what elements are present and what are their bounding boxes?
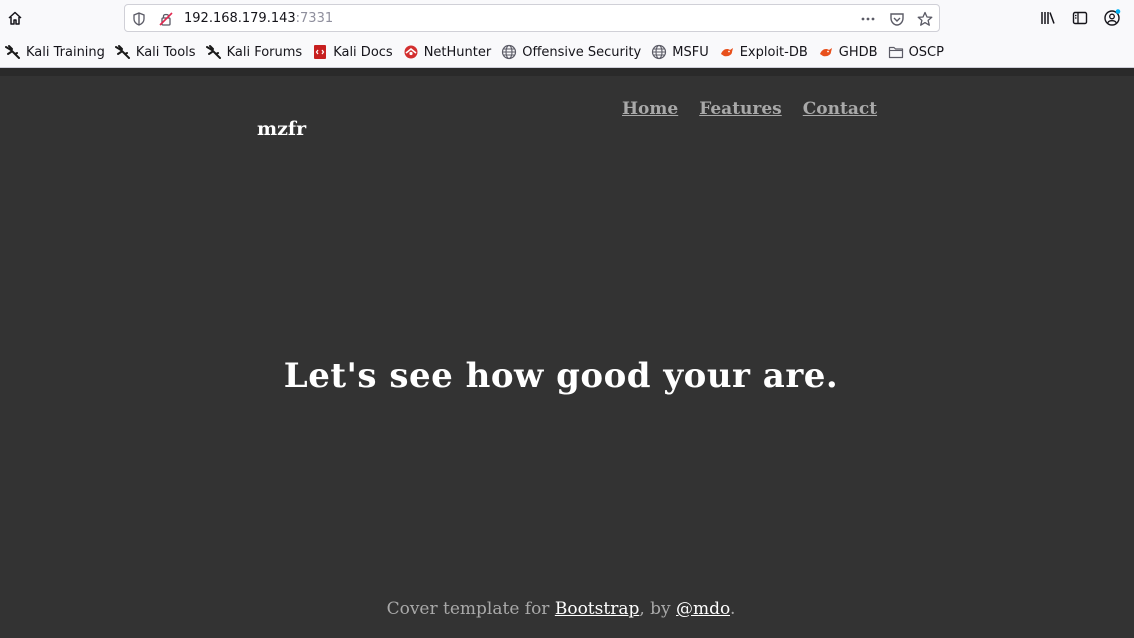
page-content: mzfr Home Features Contact Let's see how… bbox=[0, 68, 1134, 638]
site-brand: mzfr bbox=[257, 118, 307, 140]
browser-chrome: 192.168.179.143:7331 Kali Training Kali … bbox=[0, 0, 1134, 68]
bookmark-nethunter[interactable]: NetHunter bbox=[403, 40, 492, 64]
globe-icon bbox=[501, 44, 517, 60]
exploit-db-icon bbox=[818, 44, 834, 60]
bookmark-label: Kali Forums bbox=[226, 44, 303, 60]
home-icon[interactable] bbox=[3, 6, 27, 30]
bookmark-label: OSCP bbox=[908, 44, 944, 60]
bookmark-kali-tools[interactable]: Kali Tools bbox=[114, 40, 196, 64]
bookmark-label: Exploit-DB bbox=[739, 44, 808, 60]
browser-toolbar: 192.168.179.143:7331 bbox=[0, 0, 1134, 36]
kali-dragon-icon bbox=[205, 44, 222, 60]
folder-icon bbox=[888, 44, 904, 60]
footer-link-bootstrap[interactable]: Bootstrap bbox=[555, 599, 640, 619]
bookmark-label: Kali Training bbox=[26, 44, 105, 60]
account-icon[interactable] bbox=[1100, 6, 1124, 30]
page-footer: Cover template for Bootstrap, by @mdo. bbox=[0, 599, 1122, 619]
bookmark-label: Kali Docs bbox=[333, 44, 393, 60]
bookmark-star-icon[interactable] bbox=[917, 11, 933, 27]
bookmark-exploit-db[interactable]: Exploit-DB bbox=[719, 40, 808, 64]
nethunter-icon bbox=[403, 44, 419, 60]
kali-dragon-icon bbox=[114, 44, 131, 60]
kali-dragon-icon bbox=[5, 44, 21, 60]
page-actions-icon[interactable] bbox=[860, 11, 876, 27]
page-headline: Let's see how good your are. bbox=[283, 356, 839, 396]
page-top-shadow bbox=[0, 68, 1134, 76]
bookmark-label: NetHunter bbox=[423, 44, 492, 60]
bookmark-msfu[interactable]: MSFU bbox=[651, 40, 709, 64]
nav-link-features[interactable]: Features bbox=[699, 99, 782, 119]
bookmark-label: GHDB bbox=[838, 44, 878, 60]
footer-text: , by bbox=[639, 599, 677, 619]
bookmark-label: Kali Tools bbox=[135, 44, 196, 60]
bookmark-kali-forums[interactable]: Kali Forums bbox=[205, 40, 303, 64]
main-nav: Home Features Contact bbox=[622, 99, 898, 119]
sidebar-icon[interactable] bbox=[1068, 6, 1092, 30]
bookmark-label: Offensive Security bbox=[522, 44, 642, 60]
bookmark-kali-docs[interactable]: Kali Docs bbox=[312, 40, 393, 64]
library-icon[interactable] bbox=[1036, 6, 1060, 30]
insecure-lock-icon[interactable] bbox=[158, 11, 174, 27]
bookmark-ghdb[interactable]: GHDB bbox=[818, 40, 878, 64]
exploit-db-icon bbox=[719, 44, 735, 60]
bookmark-offensive-security[interactable]: Offensive Security bbox=[501, 40, 641, 64]
nav-link-home[interactable]: Home bbox=[622, 99, 678, 119]
globe-icon bbox=[651, 44, 667, 60]
bookmark-kali-training[interactable]: Kali Training bbox=[5, 40, 105, 64]
bookmark-label: MSFU bbox=[672, 44, 709, 60]
kali-docs-icon bbox=[312, 44, 328, 60]
url-text[interactable]: 192.168.179.143:7331 bbox=[184, 11, 333, 26]
bookmark-folder-oscp[interactable]: OSCP bbox=[888, 40, 944, 64]
address-bar[interactable]: 192.168.179.143:7331 bbox=[124, 4, 940, 32]
bookmarks-toolbar: Kali Training Kali Tools Kali Forums Kal… bbox=[0, 40, 1134, 64]
footer-link-mdo[interactable]: @mdo bbox=[676, 599, 730, 619]
footer-text: . bbox=[730, 599, 736, 619]
shield-icon[interactable] bbox=[131, 11, 147, 27]
nav-link-contact[interactable]: Contact bbox=[803, 99, 877, 119]
footer-text: Cover template for bbox=[386, 599, 555, 619]
pocket-icon[interactable] bbox=[889, 11, 905, 27]
